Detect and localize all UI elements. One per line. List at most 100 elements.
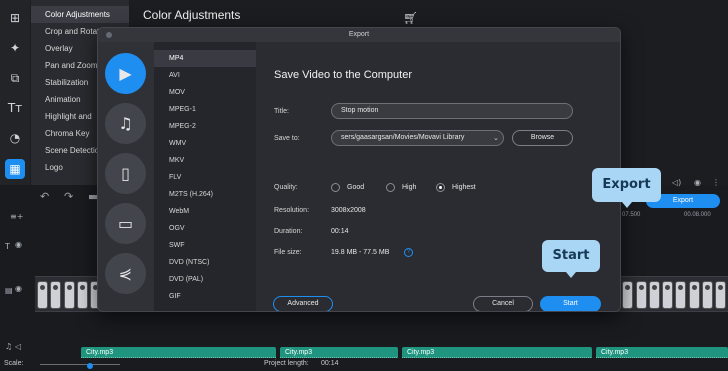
titles-icon[interactable]: Tт — [5, 98, 25, 118]
save-to-label: Save to: — [274, 135, 300, 142]
video-thumbnail — [715, 281, 727, 309]
magic-wand-icon[interactable]: ✦ — [5, 38, 25, 58]
quality-highest-radio[interactable] — [436, 183, 445, 192]
snapshot-icon[interactable]: ◉ — [694, 178, 701, 187]
format-item[interactable]: GIF — [154, 288, 256, 305]
format-item[interactable]: MKV — [154, 152, 256, 169]
cancel-button[interactable]: Cancel — [473, 296, 533, 311]
dialog-titlebar: Export — [98, 28, 620, 42]
video-thumbnail — [76, 281, 88, 309]
category-list: ▶ ♫ ▯ ▭ ⋞ — [98, 42, 154, 311]
save-to-field[interactable]: sers/gaasargsan/Movies/Movavi Library — [331, 130, 504, 146]
timeline-toolbar: ↶ ↷ ▬ — [0, 190, 110, 210]
ruler-label: 00.08.000 — [684, 212, 711, 218]
eye-icon[interactable]: ◉ — [15, 240, 22, 249]
info-icon[interactable]: ? — [404, 248, 413, 257]
format-item[interactable]: DVD (PAL) — [154, 271, 256, 288]
save-to-path: sers/gaasargsan/Movies/Movavi Library — [341, 134, 465, 141]
video-file-icon[interactable]: ▶ — [105, 53, 146, 94]
ruler-label: 07.500 — [622, 212, 641, 218]
export-callout: Export — [592, 168, 661, 208]
music-track-icon: ♫ — [5, 342, 13, 351]
dialog-heading: Save Video to the Computer — [274, 69, 412, 81]
video-thumbnail — [50, 281, 62, 309]
video-thumbnail — [37, 281, 48, 309]
redo-icon[interactable]: ↷ — [64, 190, 73, 203]
tv-icon[interactable]: ▭ — [105, 203, 146, 244]
format-item[interactable]: SWF — [154, 237, 256, 254]
audio-clip-label: City.mp3 — [601, 349, 629, 356]
project-length-value: 00:14 — [321, 360, 339, 367]
filters-icon[interactable]: ◔ — [5, 128, 25, 148]
music-note-icon[interactable]: ♫ — [105, 103, 146, 144]
add-track-icon[interactable]: ≡+ — [10, 212, 23, 221]
tool-rail: ⊞ ✦ ⧉ Tт ◔ ▦ — [0, 0, 30, 185]
scale-slider[interactable] — [40, 364, 120, 365]
advanced-button[interactable]: Advanced — [273, 296, 333, 311]
quality-high-radio[interactable] — [386, 183, 395, 192]
format-item[interactable]: FLV — [154, 169, 256, 186]
video-thumbnail — [675, 281, 687, 309]
duration-label: Duration: — [274, 228, 303, 235]
devices-icon[interactable]: ▯ — [105, 153, 146, 194]
volume-icon[interactable]: ◁) — [672, 178, 681, 187]
video-thumbnail — [63, 281, 75, 309]
import-icon[interactable]: ⊞ — [5, 8, 25, 28]
more-tools-icon[interactable]: ▦ — [5, 159, 25, 179]
video-track-icon: ▤ — [5, 286, 13, 295]
undo-icon[interactable]: ↶ — [40, 190, 49, 203]
video-thumbnail — [702, 281, 713, 309]
project-length-label: Project length: — [264, 360, 309, 367]
quality-high-label: High — [402, 184, 417, 191]
audio-clip-label: City.mp3 — [407, 349, 435, 356]
title-label: Title: — [274, 108, 289, 115]
quality-good-label: Good — [347, 184, 365, 191]
format-item[interactable]: DVD (NTSC) — [154, 254, 256, 271]
title-track-icon: T — [5, 242, 10, 251]
dialog-title: Export — [348, 31, 370, 38]
format-item[interactable]: WMV — [154, 135, 256, 152]
browse-button[interactable]: Browse — [512, 130, 573, 146]
title-input[interactable]: Stop motion — [331, 103, 573, 119]
format-item[interactable]: MPEG-1 — [154, 101, 256, 118]
cart-icon[interactable]: 🛒︎ — [403, 11, 418, 25]
quality-good-radio[interactable] — [331, 183, 340, 192]
share-icon[interactable]: ⋞ — [105, 253, 146, 294]
duration-value: 00:14 — [331, 228, 349, 235]
close-icon[interactable] — [106, 32, 112, 38]
time-ruler: 07.500 00.08.000 — [620, 210, 728, 222]
file-size-label: File size: — [274, 249, 302, 256]
transitions-icon[interactable]: ⧉ — [5, 68, 25, 88]
format-item[interactable]: MPEG-2 — [154, 118, 256, 135]
more-icon[interactable]: ⋮ — [712, 178, 720, 187]
menu-item-color-adjustments[interactable]: Color Adjustments — [31, 6, 129, 23]
chevron-down-icon[interactable]: ⌄ — [493, 134, 499, 142]
format-item[interactable]: MOV — [154, 84, 256, 101]
start-button[interactable]: Start — [540, 296, 601, 311]
eye-icon[interactable]: ◉ — [15, 284, 22, 293]
file-size-value: 19.8 MB - 77.5 MB — [331, 249, 390, 256]
audio-clip-label: City.mp3 — [285, 349, 313, 356]
format-item[interactable]: MP4 — [154, 50, 256, 67]
start-callout: Start — [542, 240, 600, 278]
scale-slider-handle[interactable] — [87, 363, 93, 369]
format-item[interactable]: OGV — [154, 220, 256, 237]
format-item[interactable]: WebM — [154, 203, 256, 220]
video-thumbnail — [662, 281, 674, 309]
audio-clip-label: City.mp3 — [86, 349, 114, 356]
status-bar: Scale: Project length: 00:14 — [0, 358, 728, 371]
format-list: MP4 AVI MOV MPEG-1 MPEG-2 WMV MKV FLV M2… — [154, 42, 256, 311]
format-item[interactable]: AVI — [154, 67, 256, 84]
video-thumbnail — [688, 281, 700, 309]
resolution-value: 3008x2008 — [331, 207, 366, 214]
quality-label: Quality: — [274, 184, 298, 191]
video-thumbnail — [648, 281, 660, 309]
app-window: ⊞ ✦ ⧉ Tт ◔ ▦ Color Adjustments Crop and … — [0, 0, 728, 371]
format-item[interactable]: M2TS (H.264) — [154, 186, 256, 203]
video-thumbnail — [622, 281, 634, 309]
speaker-icon[interactable]: ◁ — [15, 342, 21, 351]
quality-highest-label: Highest — [452, 184, 476, 191]
resolution-label: Resolution: — [274, 207, 310, 214]
panel-title: Color Adjustments — [143, 8, 241, 22]
video-thumbnail — [635, 281, 647, 309]
